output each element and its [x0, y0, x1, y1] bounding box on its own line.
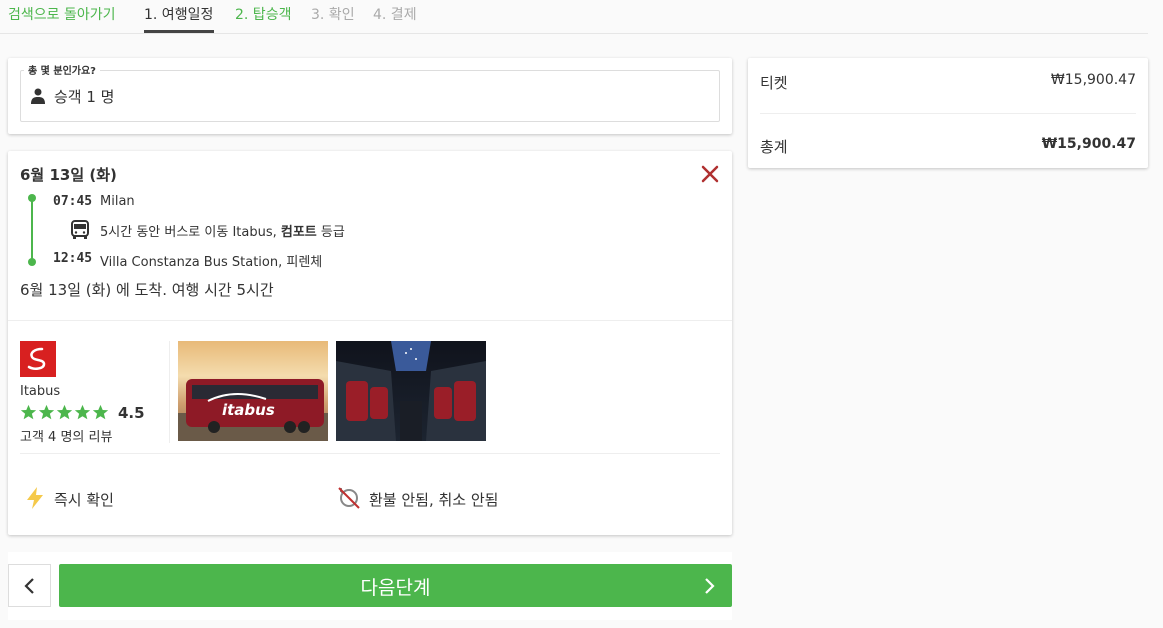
timeline-end-dot	[28, 258, 36, 266]
refund-policy: 환불 안됨, 취소 안됨	[369, 491, 499, 509]
operator-name: Itabus	[20, 384, 61, 399]
star-icon	[74, 404, 91, 420]
star-icon	[56, 404, 73, 420]
total-price: ₩15,900.47	[1041, 136, 1136, 152]
step-itinerary[interactable]: 1. 여행일정	[144, 4, 213, 24]
star-icon	[38, 404, 55, 420]
divider	[20, 453, 720, 454]
bus-interior-photo[interactable]	[336, 341, 486, 441]
bus-icon	[71, 220, 89, 239]
passenger-card: 총 몇 분인가요? 승객 1 명	[8, 58, 732, 134]
step-payment: 4. 결제	[373, 7, 417, 23]
star-icon	[20, 404, 37, 420]
timeline-start-dot	[28, 194, 36, 202]
departure-place: Milan	[100, 194, 135, 209]
ticket-price: ₩15,900.47	[1050, 72, 1136, 88]
timeline-line	[31, 198, 33, 262]
itabus-logo	[20, 341, 56, 377]
bus-exterior-photo[interactable]: itabus	[178, 341, 328, 441]
rating-stars	[20, 404, 109, 421]
divider	[8, 320, 732, 321]
bottom-actions: 다음단계	[8, 552, 732, 620]
segment-suffix: 등급	[316, 225, 345, 240]
arrival-summary: 6월 13일 (화) 에 도착. 여행 시간 5시간	[20, 281, 274, 299]
trip-card: 6월 13일 (화) 07:45 Milan 5시간 동안 버스로 이동 Ita…	[8, 151, 732, 535]
back-button[interactable]	[8, 564, 51, 607]
passenger-count[interactable]: 승객 1 명	[54, 86, 114, 107]
seat-class: 컴포트	[280, 225, 317, 240]
active-step-indicator	[144, 30, 214, 33]
back-to-search-link[interactable]: 검색으로 돌아가기	[8, 4, 116, 24]
person-icon	[31, 88, 45, 104]
chevron-left-icon	[24, 578, 34, 594]
ticket-label: 티켓	[760, 74, 788, 92]
review-count[interactable]: 고객 4 명의 리뷰	[20, 426, 112, 445]
bus-livery-text: itabus	[222, 401, 275, 419]
passenger-legend: 총 몇 분인가요?	[24, 62, 100, 77]
divider	[760, 113, 1136, 114]
close-icon[interactable]	[701, 165, 719, 183]
arrival-time: 12:45	[53, 251, 93, 266]
top-nav: 검색으로 돌아가기 1. 여행일정 2. 탑승객 3. 확인 4. 결제	[0, 0, 1148, 34]
price-summary: 티켓 ₩15,900.47 총계 ₩15,900.47	[748, 58, 1148, 168]
divider	[169, 341, 170, 443]
step-confirm: 3. 확인	[311, 7, 355, 23]
trip-date: 6월 13일 (화)	[20, 166, 117, 184]
star-icon	[92, 404, 109, 420]
next-step-label: 다음단계	[360, 577, 431, 599]
segment-description: 5시간 동안 버스로 이동 Itabus, 컴포트 등급	[100, 221, 345, 240]
departure-time: 07:45	[53, 194, 93, 209]
total-label: 총계	[760, 138, 788, 156]
step-passengers[interactable]: 2. 탑승객	[235, 4, 291, 24]
rating-value: 4.5	[118, 404, 145, 422]
lightning-icon	[27, 487, 43, 509]
next-step-button[interactable]: 다음단계	[59, 564, 732, 607]
arrival-place: Villa Constanza Bus Station, 피렌체	[100, 255, 323, 270]
segment-text: 5시간 동안 버스로 이동 Itabus,	[100, 225, 281, 240]
passenger-selector[interactable]	[20, 70, 720, 122]
no-refund-icon	[338, 487, 360, 509]
chevron-right-icon	[705, 578, 715, 594]
instant-confirmation: 즉시 확인	[54, 491, 114, 509]
